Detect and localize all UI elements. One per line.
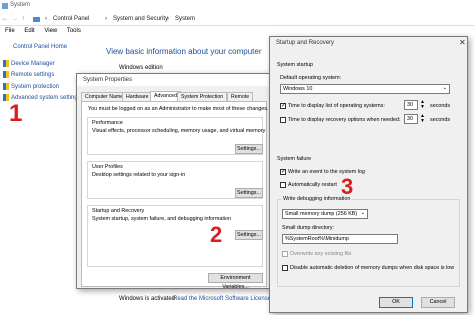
app-icon	[2, 3, 8, 9]
performance-group: Performance Visual effects, processor sc…	[87, 117, 266, 155]
time-recovery-input[interactable]: 30	[404, 114, 418, 124]
debug-value: Small memory dump (256 KB)	[285, 211, 358, 217]
breadcrumb-sep: ›	[105, 16, 107, 22]
time-list-label: Time to display list of operating system…	[288, 103, 385, 109]
sidebar-item-label: System protection	[11, 84, 60, 91]
window-titlebar: System	[0, 0, 474, 12]
auto-restart-checkbox[interactable]	[280, 182, 286, 188]
overwrite-checkbox[interactable]	[282, 251, 288, 257]
user-profiles-desc: Desktop settings related to your sign-in	[92, 172, 186, 178]
breadcrumb-sep: ›	[167, 16, 169, 22]
system-failure-label: System failure	[277, 156, 312, 162]
shield-icon	[3, 60, 9, 67]
menu-view[interactable]: View	[44, 28, 57, 34]
debug-group: Write debugging information Small memory…	[277, 196, 460, 287]
environment-variables-button[interactable]: Environment Variables...	[208, 273, 263, 290]
overwrite-label: Overwrite any existing file	[290, 251, 352, 257]
window-title: System	[10, 2, 31, 8]
dump-dir-input[interactable]: %SystemRoot%\Minidump	[282, 234, 398, 244]
tab-panel: You must be logged on as an Administrato…	[81, 101, 269, 290]
startup-recovery-label: Startup and Recovery	[92, 208, 145, 214]
up-icon[interactable]: ↑	[22, 16, 25, 22]
write-event-label: Write an event to the system log	[288, 169, 365, 175]
shield-icon	[3, 83, 9, 90]
menu-edit[interactable]: Edit	[24, 28, 34, 34]
performance-settings-button[interactable]: Settings...	[235, 144, 263, 154]
chevron-down-icon: ⌄	[360, 210, 365, 216]
system-startup-label: System startup	[277, 62, 313, 68]
annotation-number-1: 1	[9, 100, 23, 127]
back-icon[interactable]: ←	[2, 16, 8, 22]
dump-dir-label: Small dump directory:	[282, 225, 335, 231]
sidebar-item-label: Remote settings	[11, 72, 55, 79]
time-recovery-label: Time to display recovery options when ne…	[288, 117, 401, 123]
address-bar[interactable]: ← → ↑ › Control Panel › System and Secur…	[0, 13, 474, 26]
sidebar-home-link[interactable]: Control Panel Home	[13, 44, 67, 50]
startup-recovery-group: Startup and Recovery System startup, sys…	[87, 205, 263, 267]
breadcrumb-system[interactable]: System	[175, 16, 195, 22]
time-list-checkbox[interactable]	[280, 102, 286, 109]
sidebar-item-remote-settings[interactable]: Remote settings	[3, 71, 54, 78]
chevron-down-icon: ⌄	[442, 85, 447, 91]
shield-icon	[3, 71, 9, 78]
user-profiles-label: User Profiles	[92, 164, 123, 170]
tab-computer-name[interactable]: Computer Name	[81, 92, 128, 101]
performance-desc: Visual effects, processor scheduling, me…	[92, 128, 266, 134]
tab-hardware[interactable]: Hardware	[122, 92, 153, 101]
write-event-checkbox[interactable]	[280, 168, 286, 175]
seconds-label: seconds	[430, 103, 451, 109]
ok-button[interactable]: OK	[379, 297, 413, 308]
admin-note: You must be logged on as an Administrato…	[88, 106, 269, 112]
startup-recovery-settings-button[interactable]: Settings...	[235, 230, 263, 240]
disable-auto-checkbox[interactable]	[282, 265, 288, 271]
default-os-label: Default operating system:	[280, 75, 342, 81]
breadcrumb-sep: ›	[45, 16, 47, 22]
disable-auto-label: Disable automatic deletion of memory dum…	[290, 265, 455, 271]
performance-label: Performance	[92, 120, 123, 126]
time-list-input[interactable]: 30	[404, 100, 418, 110]
menu-bar: File Edit View Tools	[5, 28, 89, 39]
breadcrumb-system-security[interactable]: System and Security	[113, 16, 168, 22]
windows-edition-label: Windows edition	[119, 65, 163, 71]
spinner-icon[interactable]: ▲ ▼	[420, 100, 425, 110]
user-profiles-group: User Profiles Desktop settings related t…	[87, 161, 263, 199]
startup-recovery-dialog: Startup and Recovery ✕ System startup De…	[269, 36, 468, 313]
tab-system-protection[interactable]: System Protection	[177, 92, 228, 101]
menu-tools[interactable]: Tools	[67, 28, 81, 34]
close-icon[interactable]: ✕	[459, 38, 466, 47]
sidebar-item-device-manager[interactable]: Device Manager	[3, 60, 55, 67]
sidebar-item-system-protection[interactable]: System protection	[3, 83, 59, 90]
dialog-title: System Properties	[77, 74, 271, 86]
forward-icon[interactable]: →	[12, 16, 18, 22]
debug-select[interactable]: Small memory dump (256 KB) ⌄	[282, 209, 368, 219]
user-profiles-settings-button[interactable]: Settings...	[235, 188, 263, 198]
sidebar-item-label: Device Manager	[11, 61, 55, 68]
license-link[interactable]: Read the Microsoft Software License	[173, 296, 271, 302]
auto-restart-label: Automatically restart	[288, 182, 337, 188]
folder-icon	[33, 17, 40, 22]
annotation-number-2: 2	[210, 222, 223, 247]
system-properties-dialog: System Properties Computer Name Hardware…	[76, 73, 272, 290]
time-recovery-checkbox[interactable]	[280, 117, 286, 123]
tab-remote[interactable]: Remote	[227, 92, 254, 101]
default-os-select[interactable]: Windows 10 ⌄	[280, 84, 450, 94]
debug-label: Write debugging information	[282, 196, 352, 202]
page-heading: View basic information about your comput…	[106, 47, 262, 56]
cancel-button[interactable]: Cancel	[421, 297, 455, 308]
default-os-value: Windows 10	[283, 86, 313, 92]
menu-file[interactable]: File	[5, 28, 15, 34]
seconds-label: seconds	[430, 117, 451, 123]
dialog-title: Startup and Recovery	[270, 37, 467, 49]
breadcrumb-control-panel[interactable]: Control Panel	[53, 16, 89, 22]
activation-status: Windows is activated	[119, 296, 176, 302]
spinner-icon[interactable]: ▲ ▼	[420, 114, 425, 124]
